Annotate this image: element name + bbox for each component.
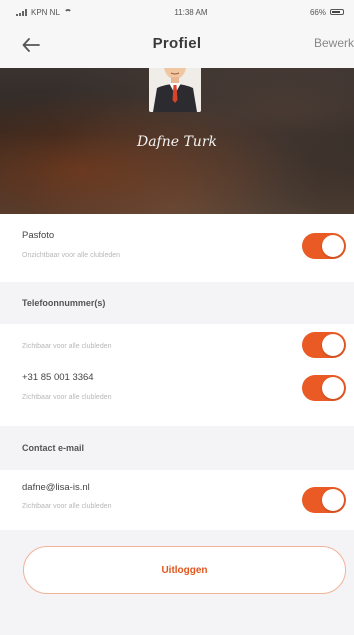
photo-row-subtitle: Onzichtbaar voor alle clubleden [22, 252, 121, 259]
phone-visibility-row: Zichtbaar voor alle clubleden [0, 324, 354, 366]
page-title: Profiel [152, 35, 202, 52]
email-subtitle: Zichtbaar voor alle clubleden [22, 503, 112, 510]
status-left: KPN NL [16, 8, 72, 17]
phone-number-row: +31 85 001 3364 Zichtbaar voor alle club… [0, 366, 354, 426]
phone-number-toggle[interactable] [302, 375, 346, 401]
battery-percent: 66% [309, 7, 326, 17]
profile-header: Dafne Turk [0, 68, 354, 214]
battery-icon [329, 9, 344, 15]
nav-bar: Profiel Bewerk [0, 24, 354, 68]
phone-number-title: +31 85 001 3364 [22, 372, 94, 383]
toggle-knob [322, 334, 344, 356]
email-visibility-toggle[interactable] [302, 487, 346, 513]
signal-icon [16, 8, 27, 16]
status-time: 11:38 AM [174, 7, 208, 17]
photo-visibility-row: Pasfoto Onzichtbaar voor alle clubleden [0, 214, 354, 282]
avatar[interactable] [149, 68, 201, 112]
avatar-portrait [149, 68, 201, 112]
logout-button[interactable]: Uitloggen [23, 546, 346, 594]
phone-visibility-toggle[interactable] [302, 332, 346, 358]
profile-name: Dafne Turk [136, 134, 218, 150]
phone-number-subtitle: Zichtbaar voor alle clubleden [22, 394, 112, 401]
status-right: 66% [310, 8, 344, 17]
photo-visibility-toggle[interactable] [302, 233, 346, 259]
email-section-header: Contact e-mail [0, 426, 354, 470]
settings-list: Pasfoto Onzichtbaar voor alle clubleden … [0, 214, 354, 530]
photo-row-title: Pasfoto [22, 230, 55, 241]
phone-section-header: Telefoonnummer(s) [0, 282, 354, 324]
phone-visibility-subtitle: Zichtbaar voor alle clubleden [22, 343, 112, 350]
carrier-label: KPN NL [31, 7, 60, 17]
status-bar: KPN NL 11:38 AM 66% [0, 0, 354, 24]
wifi-icon [63, 9, 72, 15]
email-row: dafne@lisa-is.nl Zichtbaar voor alle clu… [0, 470, 354, 530]
toggle-knob [322, 377, 344, 399]
toggle-knob [322, 489, 344, 511]
email-title: dafne@lisa-is.nl [22, 482, 90, 493]
toggle-knob [322, 235, 344, 257]
edit-button[interactable]: Bewerk [314, 36, 354, 50]
